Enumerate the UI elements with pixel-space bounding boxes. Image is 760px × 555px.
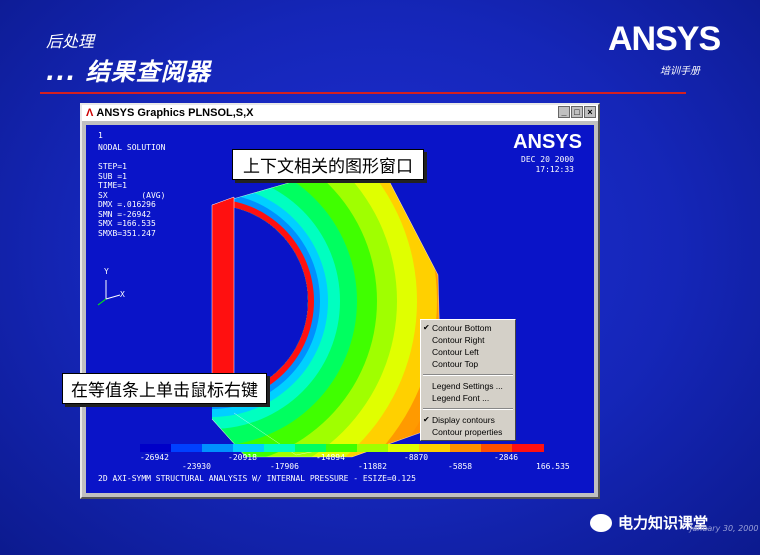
menu-item-contour-properties[interactable]: Contour properties [421, 426, 515, 438]
legend-label: -23930 [182, 462, 211, 471]
axis-x-label: X [120, 290, 125, 299]
legend-label: -17906 [270, 462, 299, 471]
window-titlebar[interactable]: Λ ANSYS Graphics PLNSOL,S,X _ □ × [82, 105, 598, 121]
menu-item-contour-right[interactable]: Contour Right [421, 334, 515, 346]
axis-triad [97, 280, 121, 306]
slide-subtitle: 后处理 [46, 32, 95, 51]
menu-separator [423, 408, 513, 410]
legend-label: -26942 [140, 453, 169, 462]
nodal-solution-info: NODAL SOLUTION STEP=1 SUB =1 TIME=1 SX (… [98, 143, 166, 238]
ansys-logo: ANSYS [608, 20, 721, 58]
analysis-title: 2D AXI-SYMM STRUCTURAL ANALYSIS W/ INTER… [98, 474, 416, 483]
footer-date: January 30, 2000 [690, 524, 759, 533]
menu-separator [423, 374, 513, 376]
contour-legend-bar[interactable] [140, 444, 544, 452]
legend-label: -11882 [358, 462, 387, 471]
context-window-callout: 上下文相关的图形窗口 [232, 149, 424, 180]
legend-label: -2846 [494, 453, 519, 462]
legend-label: -5858 [448, 462, 473, 471]
menu-item-contour-left[interactable]: Contour Left [421, 346, 515, 358]
plot-datetime: DEC 20 2000 17:12:33 [521, 155, 574, 174]
axis-y-label: Y [104, 267, 109, 276]
close-button[interactable]: × [584, 106, 596, 118]
menu-item-display-contours[interactable]: ✔ Display contours [421, 414, 515, 426]
slide-title: ... 结果查阅器 [46, 58, 211, 86]
menu-item-legend-settings[interactable]: Legend Settings ... [421, 380, 515, 392]
ansys-graphics-window: Λ ANSYS Graphics PLNSOL,S,X _ □ × 1 NODA… [80, 103, 600, 499]
checkmark-icon: ✔ [423, 415, 430, 424]
ansys-graphics-logo: ANSYS [513, 131, 582, 153]
menu-item-contour-bottom[interactable]: ✔ Contour Bottom [421, 322, 515, 334]
legend-label: -14894 [316, 453, 345, 462]
menu-item-legend-font[interactable]: Legend Font ... [421, 392, 515, 404]
legend-label: -8870 [404, 453, 429, 462]
window-controls: _ □ × [558, 106, 596, 118]
legend-label: -20918 [228, 453, 257, 462]
ansys-window-icon: Λ [86, 107, 94, 119]
maximize-button[interactable]: □ [571, 106, 583, 118]
menu-item-contour-top[interactable]: Contour Top [421, 358, 515, 370]
window-title: ANSYS Graphics PLNSOL,S,X [96, 107, 254, 119]
right-click-callout: 在等值条上单击鼠标右键 [62, 373, 267, 404]
legend-label: 166.535 [536, 462, 570, 471]
wechat-icon [590, 513, 612, 532]
graphics-canvas[interactable]: 1 NODAL SOLUTION STEP=1 SUB =1 TIME=1 SX… [86, 125, 594, 493]
checkmark-icon: ✔ [423, 323, 430, 332]
title-underline [40, 92, 686, 94]
minimize-button[interactable]: _ [558, 106, 570, 118]
window-number: 1 [98, 131, 103, 140]
contour-context-menu: ✔ Contour Bottom Contour Right Contour Le… [420, 319, 516, 441]
ansys-logo-subtitle: 培训手册 [660, 66, 700, 77]
